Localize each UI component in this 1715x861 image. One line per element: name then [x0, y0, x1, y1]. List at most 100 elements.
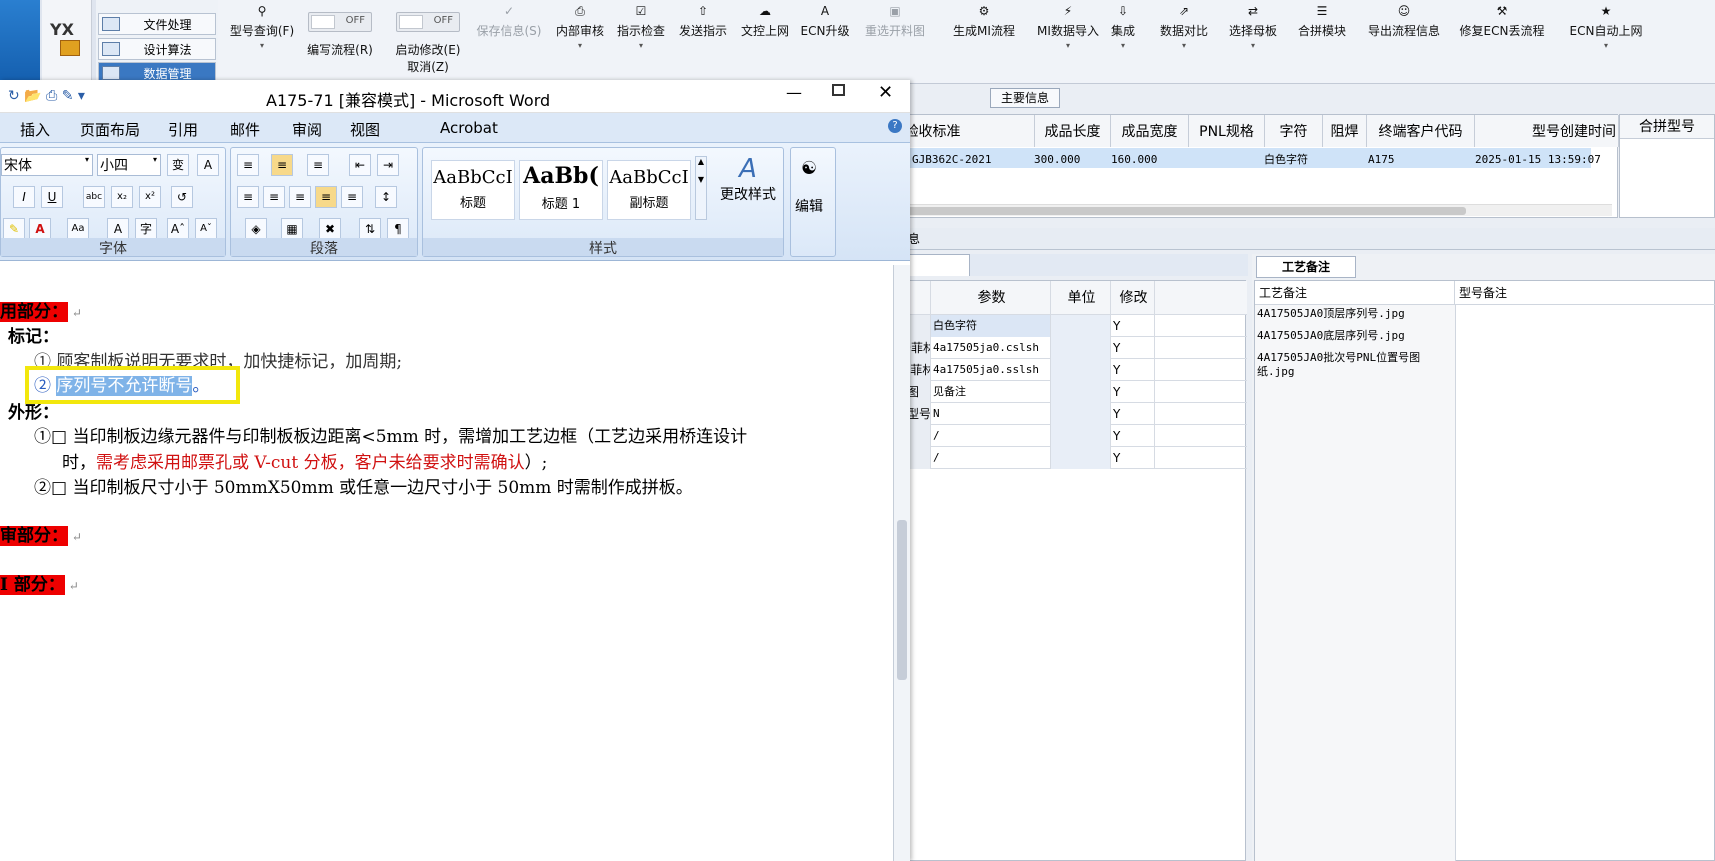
craft-note-3[interactable]: 4A17505JA0批次号PNL位置号图纸.jpg — [1257, 351, 1437, 379]
shrink-font-icon[interactable]: Aˇ — [195, 218, 217, 240]
align-left-icon[interactable]: ≡ — [237, 186, 259, 208]
style-heading1[interactable]: AaBb(标题 1 — [519, 160, 603, 220]
reselect-image-button[interactable]: ▣ 重选开料图 — [860, 4, 930, 74]
tab-craft-notes[interactable]: 工艺备注 — [1256, 256, 1356, 278]
wen-icon[interactable]: 变 — [167, 154, 189, 176]
merge-module-button[interactable]: ☰ 合拼模块 — [1292, 4, 1352, 74]
help-icon[interactable]: ? — [888, 119, 902, 133]
change-case-icon[interactable]: Aa — [67, 218, 89, 240]
tab-review[interactable]: 审阅 — [292, 119, 322, 140]
font-size-box[interactable]: 小四 ▾ — [97, 154, 161, 176]
grid-header[interactable]: PNL规格 — [1189, 115, 1265, 147]
align-center-icon[interactable]: ≡ — [263, 186, 285, 208]
show-marks-icon[interactable]: ¶ — [387, 218, 409, 240]
multilevel-icon[interactable]: ≡ — [307, 154, 329, 176]
send-guide-button[interactable]: ⇧ 发送指示 — [676, 4, 730, 74]
craft-note-2[interactable]: 4A17505JA0底层序列号.jpg — [1257, 329, 1437, 343]
edit-flow-toggle[interactable]: OFF — [308, 12, 372, 32]
tab-layout[interactable]: 页面布局 — [80, 119, 140, 140]
enclose-char-icon[interactable]: 字 — [135, 218, 157, 240]
justify-icon[interactable]: ≡ — [315, 186, 337, 208]
word-ribbon: 宋体 ▾ 小四 ▾ 变 A I U abc x₂ x² ↺ ✎ A Aa A 字 A… — [0, 143, 910, 261]
tab-insert[interactable]: 插入 — [20, 119, 50, 140]
sort-icon[interactable]: ⇅ — [359, 218, 381, 240]
strike-icon[interactable]: abc — [83, 186, 105, 208]
nav-item-algorithm[interactable]: 设计算法 — [98, 38, 216, 60]
data-compare-button[interactable]: ⇗ 数据对比 ▾ — [1154, 4, 1214, 74]
group-paragraph: ≡ ≡ ≡ ⇤ ⇥ ≡ ≡ ≡ ≡ ≡ ↕ ◈ ▦ ✖ ⇅ ¶ 段落 — [230, 147, 418, 257]
word-titlebar: ↻ 📂 ⎙ ✎ ▾ A175-71 [兼容模式] - Microsoft Wor… — [0, 80, 910, 113]
line-spacing-icon[interactable]: ↕ — [375, 186, 397, 208]
style-subtitle[interactable]: AaBbCcI 副标题 — [607, 160, 691, 220]
align-right-icon[interactable]: ≡ — [289, 186, 311, 208]
minimize-button[interactable]: — — [786, 83, 802, 102]
bullets-icon[interactable]: ≡ — [237, 154, 259, 176]
grid-header[interactable]: 终端客户代码 — [1367, 115, 1475, 147]
params-cell — [1051, 447, 1111, 469]
decrease-indent-icon[interactable]: ⇤ — [349, 154, 371, 176]
scroll-thumb[interactable] — [897, 520, 907, 680]
asian-layout-icon[interactable]: ✖ — [319, 218, 341, 240]
highlight-icon[interactable]: ✎ — [3, 218, 25, 240]
export-flow-button[interactable]: ☺ 导出流程信息 — [1360, 4, 1448, 74]
integrate-button[interactable]: ⇩ 集成 ▾ — [1098, 4, 1148, 74]
grid-header[interactable]: 型号创建时间 — [1475, 115, 1619, 147]
model-query-button[interactable]: ⚲ 型号查询(F) ▾ — [228, 4, 296, 74]
grid-header[interactable]: 成品长度 — [1035, 115, 1111, 147]
gen-mi-button[interactable]: ⚙ 生成MI流程 — [938, 4, 1030, 74]
grid-cell: 白色字符 — [1264, 153, 1308, 166]
grid-header[interactable]: 成品宽度 — [1111, 115, 1189, 147]
tab-view[interactable]: 视图 — [350, 119, 380, 140]
grow-font-icon[interactable]: Aˆ — [167, 218, 189, 240]
clear-format-icon[interactable]: ↺ — [171, 186, 193, 208]
guide-check-button[interactable]: ☑ 指示检查 ▾ — [614, 4, 668, 74]
scroll-thumb[interactable] — [836, 207, 1466, 215]
shading-icon[interactable]: ◈ — [245, 218, 267, 240]
grid-hscrollbar[interactable] — [832, 204, 1612, 216]
nav-item-file[interactable]: 文件处理 — [98, 13, 216, 35]
fix-ecn-button[interactable]: ⚒ 修复ECN丢流程 — [1454, 4, 1550, 74]
maximize-button[interactable] — [832, 84, 845, 96]
qat-icons[interactable]: ↻ 📂 ⎙ ✎ ▾ — [8, 88, 85, 104]
style-title[interactable]: AaBbCcI 标题 — [431, 160, 515, 220]
distribute-icon[interactable]: ≡ — [341, 186, 363, 208]
word-document[interactable]: 用部分： ↵ 标记： ① 顾客制板说明无要求时，加快捷标记，加周期; ② 序列号… — [0, 265, 868, 861]
params-cell: Y — [1111, 425, 1155, 447]
numbering-icon[interactable]: ≡ — [271, 154, 293, 176]
font-color-icon[interactable]: A — [29, 218, 51, 240]
tab-references[interactable]: 引用 — [168, 119, 198, 140]
tab-acrobat[interactable]: Acrobat — [440, 119, 498, 137]
doc-vscrollbar[interactable] — [893, 265, 910, 861]
chevron-down-icon: ▾ — [638, 41, 643, 50]
chevron-down-icon: ▾ — [152, 155, 157, 164]
styles-scroll[interactable]: ▲ ▼ — [695, 156, 707, 220]
increase-indent-icon[interactable]: ⇥ — [377, 154, 399, 176]
underline-icon[interactable]: U — [41, 186, 63, 208]
chevron-down-icon: ▾ — [1181, 41, 1186, 50]
close-button[interactable]: ✕ — [878, 82, 893, 103]
select-master-button[interactable]: ⇄ 选择母板 ▾ — [1222, 4, 1284, 74]
start-edit-toggle[interactable]: OFF — [396, 12, 460, 32]
mi-import-button[interactable]: ⚡ MI数据导入 ▾ — [1032, 4, 1104, 74]
char-border-icon[interactable]: A — [197, 154, 219, 176]
app-logo: YX — [50, 20, 74, 39]
group-edit[interactable]: ☯ 编辑 — [790, 147, 836, 257]
ecn-auto-button[interactable]: ★ ECN自动上网 ▾ — [1558, 4, 1654, 74]
save-info-button[interactable]: ✓ 保存信息(S) — [474, 4, 544, 74]
borders-icon[interactable]: ▦ — [281, 218, 303, 240]
plug-icon: ⚡ — [1063, 4, 1073, 18]
superscript-icon[interactable]: x² — [139, 186, 161, 208]
craft-note-1[interactable]: 4A17505JA0顶层序列号.jpg — [1257, 307, 1437, 321]
tab-mailings[interactable]: 邮件 — [230, 119, 260, 140]
params-cell: Y — [1111, 337, 1155, 359]
change-styles-button[interactable]: A 更改样式 — [713, 154, 783, 234]
char-shading-icon[interactable]: A — [107, 218, 129, 240]
grid-header[interactable]: 阻焊 — [1323, 115, 1367, 147]
subscript-icon[interactable]: x₂ — [111, 186, 133, 208]
font-name-box[interactable]: 宋体 ▾ — [1, 154, 93, 176]
ecn-upgrade-button[interactable]: A ECN升级 — [800, 4, 850, 74]
italic-icon[interactable]: I — [13, 186, 35, 208]
grid-header[interactable]: 字符 — [1265, 115, 1323, 147]
internal-review-button[interactable]: ⎙ 内部审核 ▾ — [553, 4, 607, 74]
file-upload-button[interactable]: ☁ 文控上网 — [738, 4, 792, 74]
